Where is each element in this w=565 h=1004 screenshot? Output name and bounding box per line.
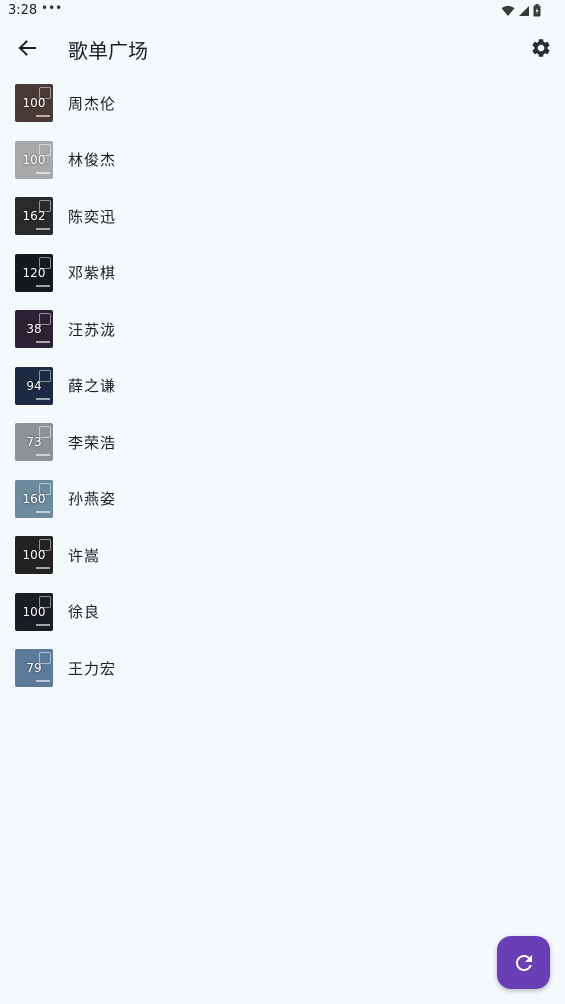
list-item[interactable]: 79 王力宏 — [0, 640, 565, 697]
playlist-name: 林俊杰 — [68, 151, 117, 170]
playlist-name: 徐良 — [68, 603, 101, 622]
wifi-icon — [501, 5, 515, 16]
status-bar: 3:28 ••• — [0, 0, 565, 24]
list-item[interactable]: 38 汪苏泷 — [0, 301, 565, 358]
playlist-name: 汪苏泷 — [68, 320, 117, 339]
notification-dots: ••• — [41, 1, 63, 15]
list-item[interactable]: 162 陈奕迅 — [0, 188, 565, 245]
playlist-square-screen: 3:28 ••• 歌单广场 100 周杰伦 100 林俊杰 162 陈奕迅 12… — [0, 0, 565, 1004]
playlist-cover: 100 — [15, 536, 53, 575]
playlist-name: 许嵩 — [68, 546, 101, 565]
track-count: 79 — [26, 661, 42, 676]
track-count: 100 — [22, 152, 46, 167]
playlist-name: 薛之谦 — [68, 377, 117, 396]
signal-icon — [519, 5, 529, 16]
playlist-name: 邓紫棋 — [68, 264, 117, 283]
arrow-back-icon — [18, 40, 36, 56]
playlist-name: 王力宏 — [68, 659, 117, 678]
playlist-list: 100 周杰伦 100 林俊杰 162 陈奕迅 120 邓紫棋 38 汪苏泷 9… — [0, 75, 565, 697]
refresh-icon — [515, 954, 532, 971]
playlist-cover: 94 — [15, 366, 53, 405]
app-bar: 歌单广场 — [0, 24, 565, 74]
track-count: 120 — [22, 265, 46, 280]
track-count: 160 — [22, 491, 46, 506]
track-count: 100 — [22, 604, 46, 619]
playlist-cover: 162 — [15, 197, 53, 236]
gear-icon — [532, 39, 550, 57]
battery-icon — [533, 4, 541, 17]
playlist-name: 陈奕迅 — [68, 207, 117, 226]
playlist-cover: 100 — [15, 84, 53, 123]
list-item[interactable]: 100 许嵩 — [0, 527, 565, 584]
settings-button[interactable] — [527, 34, 555, 62]
track-count: 94 — [26, 378, 42, 393]
track-count: 100 — [22, 96, 46, 111]
list-item[interactable]: 73 李荣浩 — [0, 414, 565, 471]
playlist-name: 孙燕姿 — [68, 490, 117, 509]
track-count: 73 — [26, 435, 42, 450]
playlist-cover: 120 — [15, 253, 53, 292]
list-item[interactable]: 120 邓紫棋 — [0, 245, 565, 302]
back-button[interactable] — [12, 33, 42, 63]
playlist-cover: 38 — [15, 310, 53, 349]
playlist-cover: 79 — [15, 649, 53, 688]
list-item[interactable]: 100 林俊杰 — [0, 132, 565, 189]
playlist-cover: 100 — [15, 592, 53, 631]
status-icons — [501, 4, 541, 17]
playlist-name: 周杰伦 — [68, 94, 117, 113]
track-count: 100 — [22, 548, 46, 563]
playlist-cover: 100 — [15, 140, 53, 179]
playlist-name: 李荣浩 — [68, 433, 117, 452]
track-count: 162 — [22, 209, 46, 224]
status-time: 3:28 — [8, 3, 38, 18]
list-item[interactable]: 100 徐良 — [0, 584, 565, 641]
page-title: 歌单广场 — [68, 39, 148, 63]
track-count: 38 — [26, 322, 42, 337]
list-item[interactable]: 160 孙燕姿 — [0, 471, 565, 528]
playlist-cover: 73 — [15, 423, 53, 462]
list-item[interactable]: 100 周杰伦 — [0, 75, 565, 132]
refresh-fab[interactable] — [497, 936, 550, 989]
list-item[interactable]: 94 薛之谦 — [0, 358, 565, 415]
playlist-cover: 160 — [15, 479, 53, 518]
